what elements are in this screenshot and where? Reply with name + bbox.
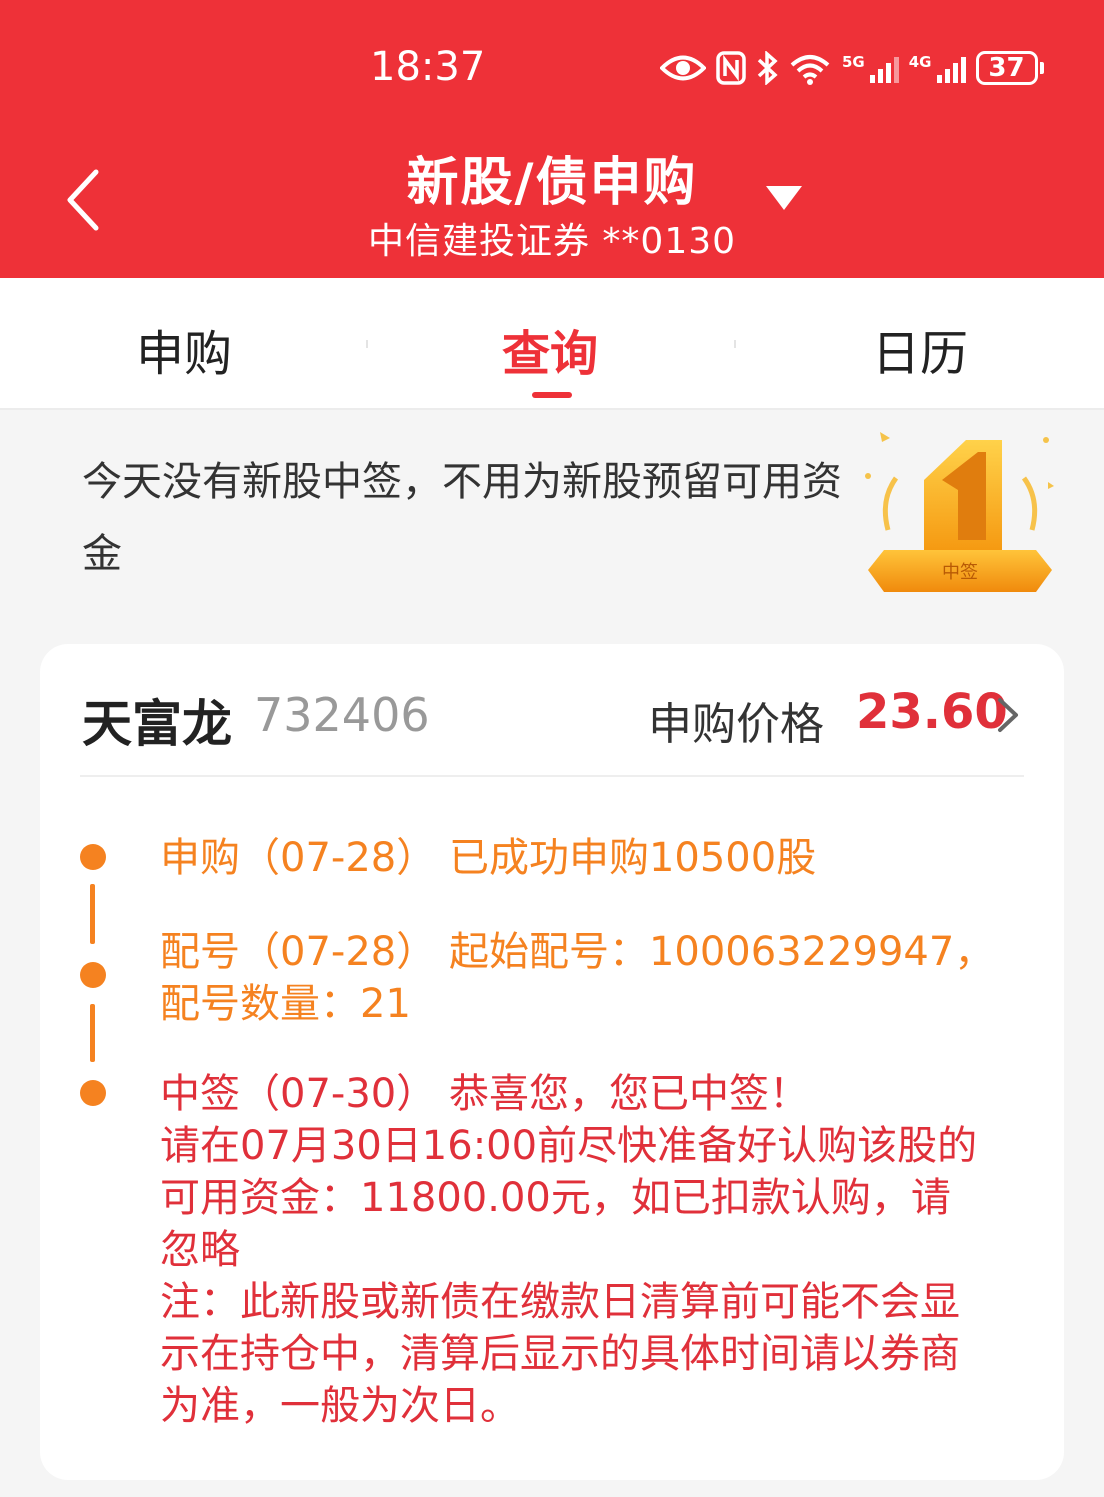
step-allotment: 配号（07-28） 起始配号：100063229947， 配号数量：21 [160,926,994,1030]
notice-text: 今天没有新股中签，不用为新股预留可用资金 [82,459,842,577]
price-label: 申购价格 [648,699,824,750]
battery-icon: 37 [975,51,1044,85]
app-header: 18:37 5G 4G 37 新股/债申购 中信建投证券 **0130 [0,0,1104,278]
step-winning: 中签（07-30） 恭喜您，您已中签！ 请在07月30日16:00前尽快准备好认… [160,1068,977,1432]
nfc-icon [716,51,746,85]
subscription-card[interactable]: 天富龙 732406 申购价格 23.60 申购（07-28） 已成功申购105… [40,644,1064,1480]
battery-level: 37 [975,51,1038,85]
step-allotment-line2: 配号数量：21 [160,981,411,1027]
step-winning-line2: 请在07月30日16:00前尽快准备好认购该股的 [160,1123,978,1169]
winning-medal-icon: 中签 [865,432,1054,592]
step-winning-line3: 可用资金：11800.00元，如已扣款认购，请 [160,1175,951,1221]
step-winning-line4: 忽略 [160,1227,240,1273]
page-title: 新股/债申购 [406,153,698,213]
tab-separator [366,340,368,348]
eye-icon [660,55,706,81]
tab-query[interactable]: 查询 [502,314,598,384]
tab-subscribe[interactable]: 申购 [136,314,232,384]
stock-code: 732406 [254,688,430,742]
status-icons: 5G 4G 37 [660,44,1044,92]
chevron-right-icon[interactable] [996,696,1020,734]
timeline-dot [80,1080,106,1106]
tab-bar: 申购 查询 日历 [0,278,1104,410]
5g-signal-icon: 5G [842,53,899,83]
tab-separator [734,340,736,348]
timeline-line [90,884,95,944]
timeline-line [90,1004,95,1062]
step-note-line2: 示在持仓中，清算后显示的具体时间请以券商 [160,1331,960,1377]
step-allotment-line1: 配号（07-28） 起始配号：100063229947， [160,929,995,975]
status-time: 18:37 [370,44,486,90]
step-subscribe: 申购（07-28） 已成功申购10500股 [160,835,817,881]
step-note-line3: 为准，一般为次日。 [160,1383,520,1429]
timeline-dot [80,962,106,988]
bluetooth-icon [757,51,778,85]
active-tab-indicator [532,392,572,398]
medal-label: 中签 [942,562,978,583]
step-note-line1: 注：此新股或新债在缴款日清算前可能不会显 [160,1279,960,1325]
tab-calendar[interactable]: 日历 [872,314,968,384]
wifi-icon [790,55,830,85]
card-divider [80,775,1024,777]
price-value: 23.60 [856,684,1008,740]
4g-signal-icon: 4G [909,53,966,83]
stock-name: 天富龙 [82,695,232,753]
step-winning-line1: 中签（07-30） 恭喜您，您已中签！ [160,1071,809,1117]
timeline-dot [80,844,106,870]
dropdown-triangle-icon[interactable] [766,186,802,210]
account-subtitle[interactable]: 中信建投证券 **0130 [0,212,1104,264]
